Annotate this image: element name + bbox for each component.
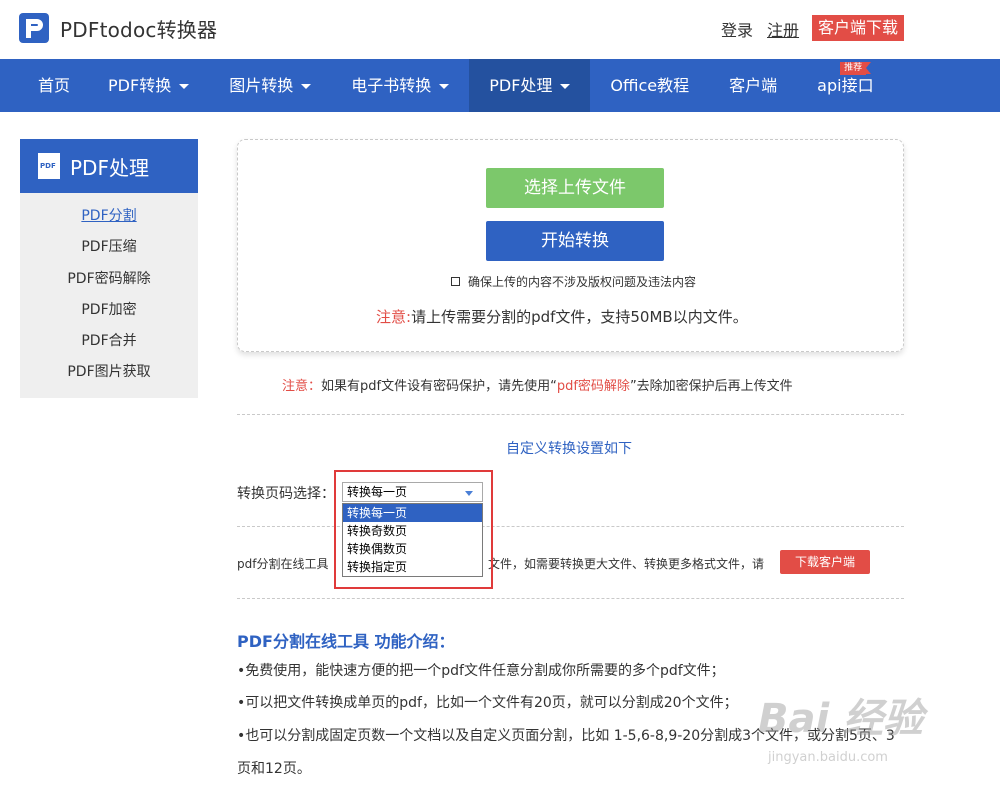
- chevron-down-icon: [439, 84, 450, 89]
- sidebar-header: PDF PDF处理: [20, 139, 198, 193]
- nav-pdf-convert[interactable]: PDF转换: [88, 59, 209, 112]
- download-client-button[interactable]: 下载客户端: [780, 550, 870, 574]
- nav-pdf-process-label: PDF处理: [489, 76, 553, 95]
- divider: [237, 414, 904, 415]
- settings-title: 自定义转换设置如下: [506, 441, 632, 457]
- password-notice-text1: 如果有pdf文件设有密码保护，请先使用“: [321, 379, 557, 394]
- sidebar-item-pdf-unlock[interactable]: PDF密码解除: [20, 264, 198, 295]
- upload-notice: 注意:请上传需要分割的pdf文件，支持50MB以内文件。: [376, 306, 748, 327]
- page: PDFtodoc转换器 登录 注册 客户端下载 首页 PDF转换 图片转换 电子…: [0, 0, 1000, 796]
- nav-home[interactable]: 首页: [0, 59, 88, 112]
- page-select-label: 转换页码选择：: [237, 486, 335, 502]
- sidebar-item-pdf-encrypt[interactable]: PDF加密: [20, 295, 198, 326]
- login-link[interactable]: 登录: [721, 17, 753, 41]
- nav-image-convert[interactable]: 图片转换: [209, 59, 331, 112]
- nav-api-label: api接口: [817, 76, 874, 95]
- header: PDFtodoc转换器 登录 注册 客户端下载: [0, 0, 1000, 59]
- upload-notice-text: 请上传需要分割的pdf文件，支持50MB以内文件。: [411, 308, 748, 326]
- nav-ebook-convert-label: 电子书转换: [351, 76, 432, 95]
- sidebar: PDF PDF处理 PDF分割 PDF压缩 PDF密码解除 PDF加密 PDF合…: [20, 139, 198, 398]
- sidebar-item-pdf-merge[interactable]: PDF合并: [20, 326, 198, 357]
- sidebar-title: PDF处理: [70, 155, 149, 180]
- upload-notice-prefix: 注意:: [376, 308, 412, 326]
- client-line-left: pdf分割在线工具: [237, 557, 329, 571]
- baidu-jingyan-watermark: Bai 经验 jingyan.baidu.com: [758, 686, 924, 765]
- start-convert-button[interactable]: 开始转换: [486, 221, 664, 261]
- main-nav: 首页 PDF转换 图片转换 电子书转换 PDF处理 Office教程 客户端 a…: [0, 59, 1000, 112]
- nav-pdf-process[interactable]: PDF处理: [469, 59, 591, 112]
- watermark-url: jingyan.baidu.com: [768, 750, 888, 765]
- highlight-box: [334, 470, 493, 589]
- nav-ebook-convert[interactable]: 电子书转换: [331, 59, 469, 112]
- intro-title: PDF分割在线工具 功能介绍：: [237, 632, 455, 651]
- chevron-down-icon: [301, 84, 312, 89]
- pdf-file-icon-text: PDF: [40, 162, 56, 170]
- client-line: pdf分割在线工具 文件，如需要转换更大文件、转换更多格式文件，请: [237, 555, 764, 572]
- sidebar-item-pdf-compress[interactable]: PDF压缩: [20, 232, 198, 263]
- password-notice: 注意：如果有pdf文件设有密码保护，请先使用“pdf密码解除”去除加密保护后再上…: [282, 375, 793, 394]
- client-download-button[interactable]: 客户端下载: [812, 15, 905, 41]
- password-notice-prefix: 注意：: [282, 379, 322, 394]
- nav-api[interactable]: api接口 推荐: [797, 59, 893, 112]
- nav-home-label: 首页: [38, 76, 71, 95]
- intro-line: •免费使用，能快速方便的把一个pdf文件任意分割成你所需要的多个pdf文件；: [237, 663, 725, 679]
- intro-line: •可以把文件转换成单页的pdf，比如一个文件有20页，就可以分割成20个文件；: [237, 695, 738, 711]
- sidebar-item-pdf-split[interactable]: PDF分割: [20, 201, 198, 232]
- password-notice-text2: ”去除加密保护后再上传文件: [629, 379, 793, 394]
- logo-text: PDFtodoc转换器: [60, 17, 218, 42]
- nav-office-tutorial-label: Office教程: [610, 76, 690, 95]
- logo-icon: [18, 12, 50, 44]
- chevron-down-icon: [560, 84, 571, 89]
- sidebar-item-pdf-extract-images[interactable]: PDF图片获取: [20, 357, 198, 388]
- sidebar-list: PDF分割 PDF压缩 PDF密码解除 PDF加密 PDF合并 PDF图片获取: [20, 193, 198, 389]
- agree-label: 确保上传的内容不涉及版权问题及违法内容: [468, 275, 697, 289]
- nav-client[interactable]: 客户端: [709, 59, 797, 112]
- nav-image-convert-label: 图片转换: [229, 76, 294, 95]
- agree-checkbox[interactable]: [451, 277, 460, 286]
- header-links: 登录 注册: [721, 17, 799, 41]
- agree-row: 确保上传的内容不涉及版权问题及违法内容: [451, 273, 696, 290]
- select-file-button[interactable]: 选择上传文件: [486, 168, 664, 208]
- recommend-badge: 推荐: [840, 62, 872, 75]
- upload-panel: 选择上传文件 开始转换 确保上传的内容不涉及版权问题及违法内容 注意:请上传需要…: [237, 139, 904, 352]
- pdf-unlock-link[interactable]: pdf密码解除: [557, 379, 630, 394]
- chevron-down-icon: [179, 84, 190, 89]
- watermark-logo: Bai 经验: [758, 696, 924, 742]
- nav-office-tutorial[interactable]: Office教程: [590, 59, 709, 112]
- intro-line: 页和12页。: [237, 761, 311, 777]
- nav-pdf-convert-label: PDF转换: [108, 76, 172, 95]
- divider: [237, 598, 904, 599]
- client-line-right: 文件，如需要转换更大文件、转换更多格式文件，请: [488, 557, 765, 571]
- register-link[interactable]: 注册: [767, 17, 799, 41]
- logo[interactable]: PDFtodoc转换器: [18, 12, 217, 44]
- nav-client-label: 客户端: [729, 76, 778, 95]
- pdf-file-icon: PDF: [38, 153, 60, 179]
